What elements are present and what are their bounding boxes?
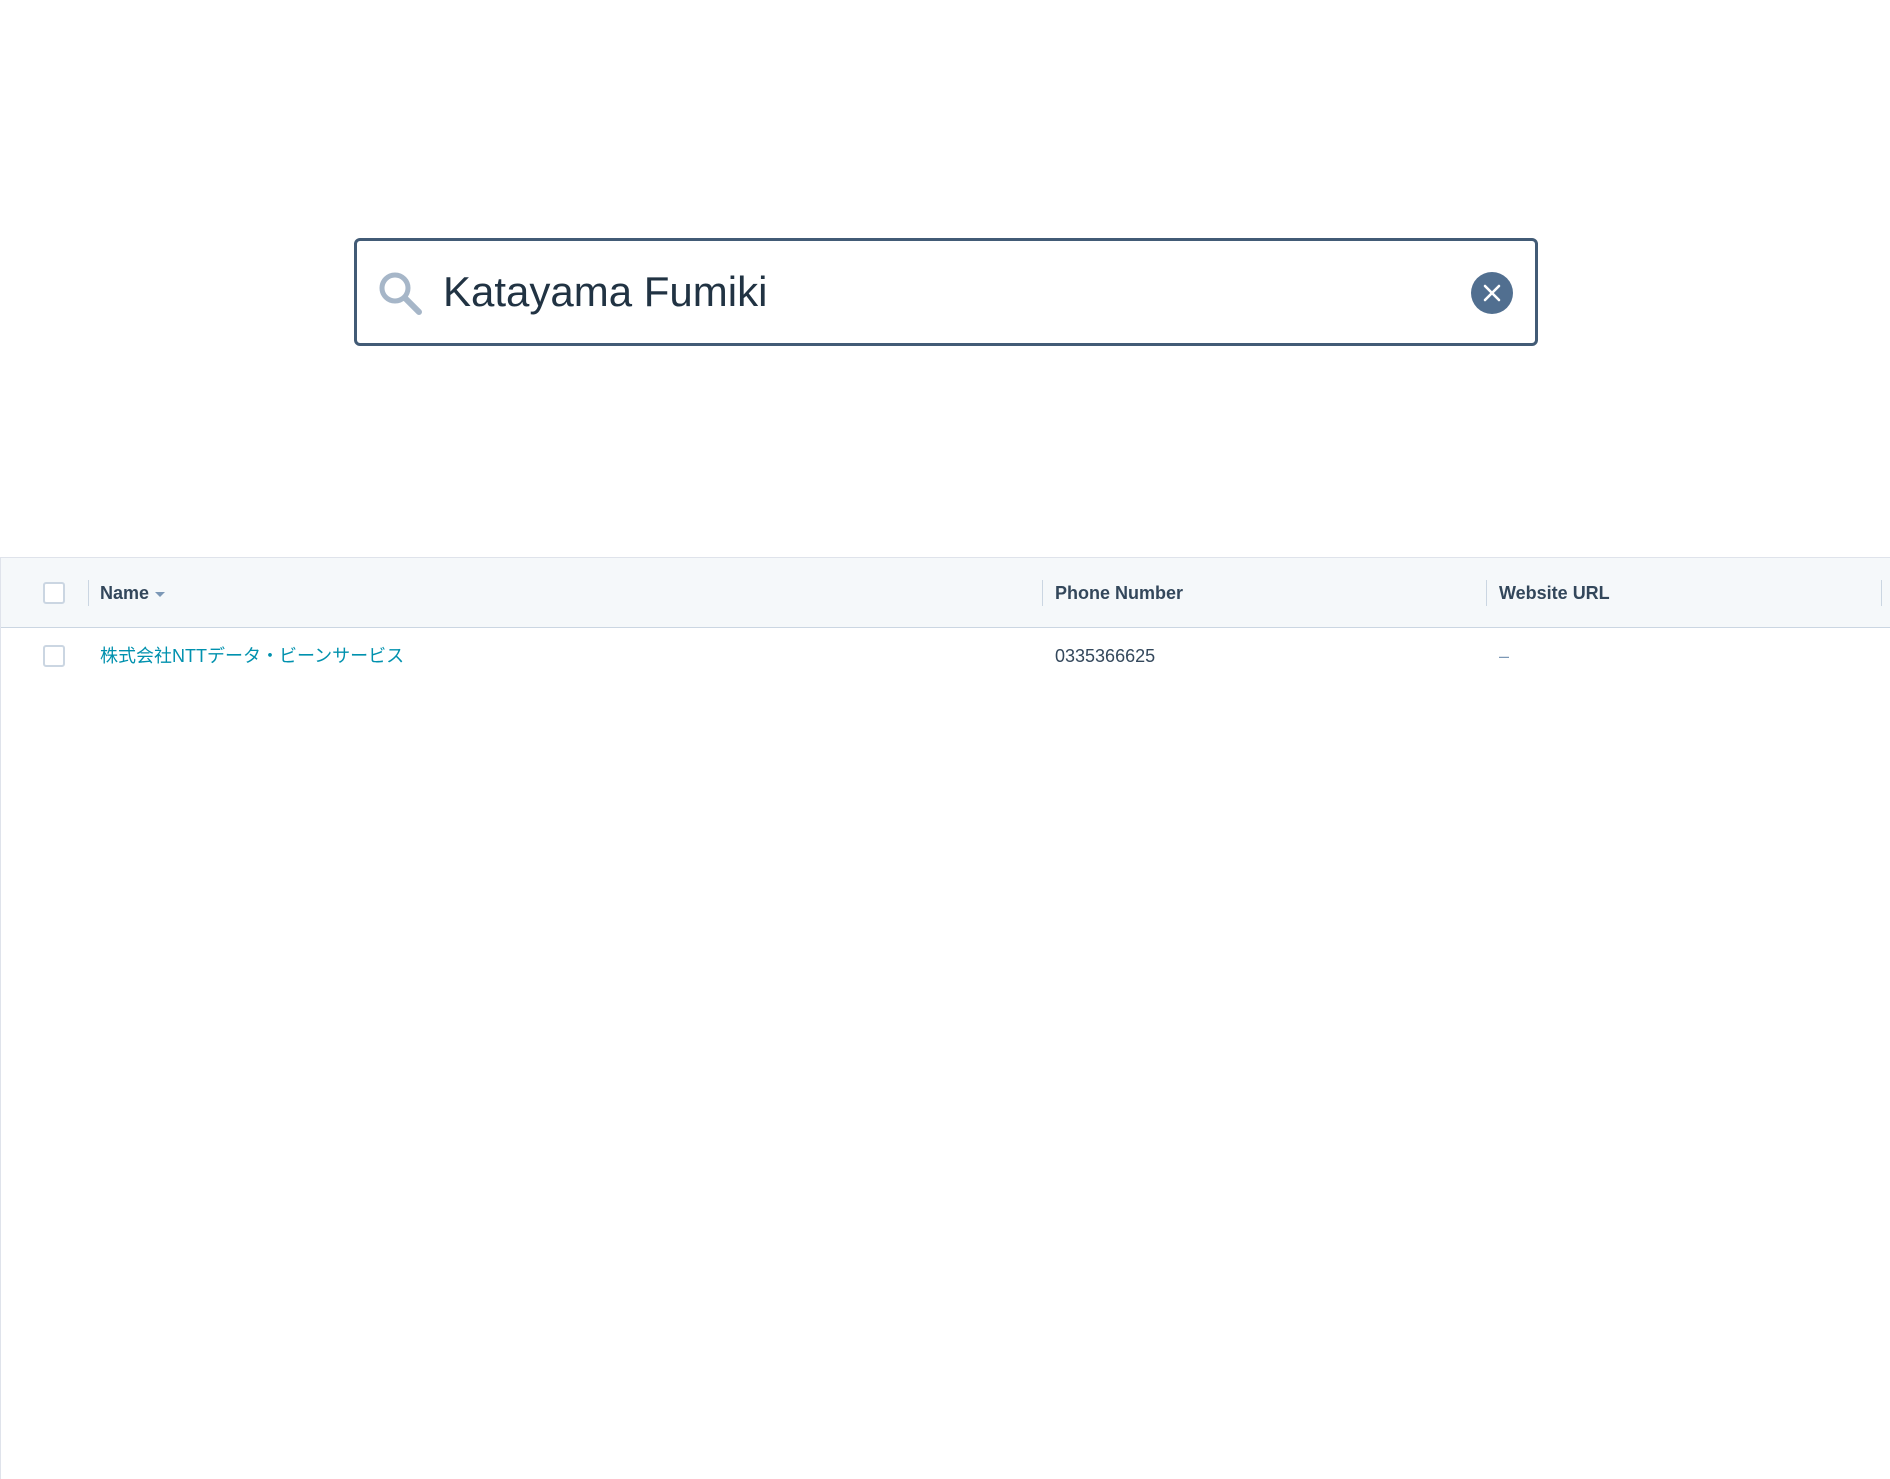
select-all-checkbox[interactable] (43, 582, 65, 604)
column-divider (88, 580, 89, 606)
column-divider (1881, 580, 1882, 606)
column-divider (1486, 580, 1487, 606)
search-input[interactable] (443, 241, 1443, 343)
search-box (354, 238, 1538, 346)
caret-down-icon (155, 591, 166, 597)
column-header-name-label: Name (100, 583, 150, 603)
results-table: Name Phone Number Website URL 株式会社NTTデータ… (0, 557, 1890, 1479)
phone-cell: 0335366625 (1055, 646, 1156, 666)
clear-search-button[interactable] (1471, 272, 1513, 314)
close-icon (1483, 284, 1501, 302)
column-divider (1042, 580, 1043, 606)
website-cell: – (1499, 646, 1510, 666)
company-name-link[interactable]: 株式会社NTTデータ・ビーンサービス (100, 646, 404, 666)
table-row: 株式会社NTTデータ・ビーンサービス 0335366625 – (1, 628, 1890, 684)
table-header: Name Phone Number Website URL (1, 558, 1890, 628)
column-header-website[interactable]: Website URL (1499, 558, 1610, 628)
column-header-name[interactable]: Name (100, 558, 166, 628)
column-header-phone[interactable]: Phone Number (1055, 558, 1183, 628)
search-icon (377, 270, 423, 316)
row-checkbox[interactable] (43, 645, 65, 667)
name-cell: 株式会社NTTデータ・ビーンサービス (100, 628, 404, 684)
